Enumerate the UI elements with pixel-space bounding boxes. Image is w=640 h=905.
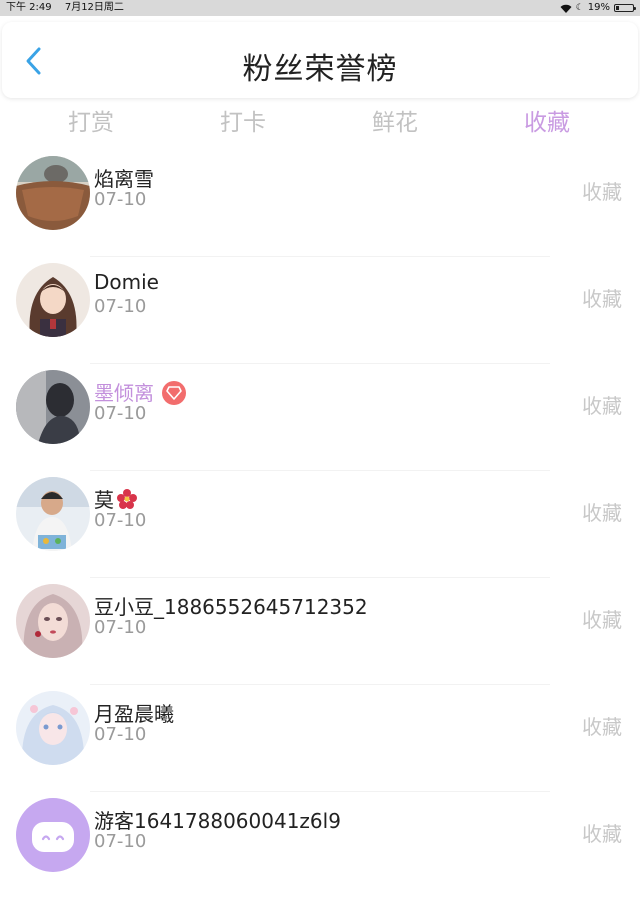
divider xyxy=(90,363,550,364)
nav-header: 粉丝荣誉榜 xyxy=(2,22,638,98)
user-name: 月盈晨曦 xyxy=(94,702,174,726)
tab-bar: 打赏 打卡 鲜花 收藏 xyxy=(0,103,640,143)
status-bar: 下午 2:49 7月12日周二 ☾ 19% xyxy=(0,0,640,16)
divider xyxy=(90,684,550,685)
divider xyxy=(90,256,550,257)
action-label: 收藏 xyxy=(582,287,622,311)
avatar xyxy=(16,477,90,551)
date-label: 07-10 xyxy=(94,189,147,210)
user-name-text: 墨倾离 xyxy=(94,381,154,405)
divider xyxy=(90,791,550,792)
user-name: 焰离雪 xyxy=(94,167,154,191)
status-time: 下午 2:49 xyxy=(6,2,52,13)
list-item[interactable]: 莫 07-10 收藏 xyxy=(0,477,640,584)
divider xyxy=(90,470,550,471)
avatar xyxy=(16,263,90,337)
avatar xyxy=(16,156,90,230)
battery-percent: 19% xyxy=(587,2,610,13)
status-left: 下午 2:49 7月12日周二 xyxy=(6,0,134,16)
list-item[interactable]: 游客1641788060041z6l9 07-10 收藏 xyxy=(0,798,640,905)
status-right: ☾ 19% xyxy=(560,0,636,16)
date-label: 07-10 xyxy=(94,724,147,745)
tab-reward[interactable]: 打赏 xyxy=(68,103,114,137)
tab-checkin[interactable]: 打卡 xyxy=(220,103,266,137)
battery-icon xyxy=(614,4,636,12)
list-item[interactable]: 月盈晨曦 07-10 收藏 xyxy=(0,691,640,798)
tab-favorites[interactable]: 收藏 xyxy=(524,103,570,137)
action-label: 收藏 xyxy=(582,608,622,632)
avatar xyxy=(16,584,90,658)
action-label: 收藏 xyxy=(582,822,622,846)
list-item[interactable]: 墨倾离 07-10 收藏 xyxy=(0,370,640,477)
user-name: Domie xyxy=(94,270,159,294)
user-name-text: 莫 xyxy=(94,488,114,512)
page-title: 粉丝荣誉榜 xyxy=(242,52,398,87)
date-label: 07-10 xyxy=(94,403,147,424)
vip-diamond-icon xyxy=(162,380,186,405)
status-date: 7月12日周二 xyxy=(64,2,124,13)
date-label: 07-10 xyxy=(94,510,147,531)
date-label: 07-10 xyxy=(94,296,147,317)
action-label: 收藏 xyxy=(582,501,622,525)
user-name: 游客1641788060041z6l9 xyxy=(94,809,341,833)
moon-icon: ☾ xyxy=(575,3,584,13)
list-item[interactable]: Domie 07-10 收藏 xyxy=(0,263,640,370)
action-label: 收藏 xyxy=(582,180,622,204)
date-label: 07-10 xyxy=(94,617,147,638)
date-label: 07-10 xyxy=(94,831,147,852)
tab-flowers[interactable]: 鲜花 xyxy=(372,103,418,137)
wifi-icon xyxy=(560,4,572,13)
action-label: 收藏 xyxy=(582,394,622,418)
list-item[interactable]: 焰离雪 07-10 收藏 xyxy=(0,156,640,263)
list-item[interactable]: 豆小豆_1886552645712352 07-10 收藏 xyxy=(0,584,640,691)
user-name: 豆小豆_1886552645712352 xyxy=(94,595,368,619)
avatar xyxy=(16,370,90,444)
avatar xyxy=(16,798,90,872)
divider xyxy=(90,577,550,578)
avatar xyxy=(16,691,90,765)
action-label: 收藏 xyxy=(582,715,622,739)
